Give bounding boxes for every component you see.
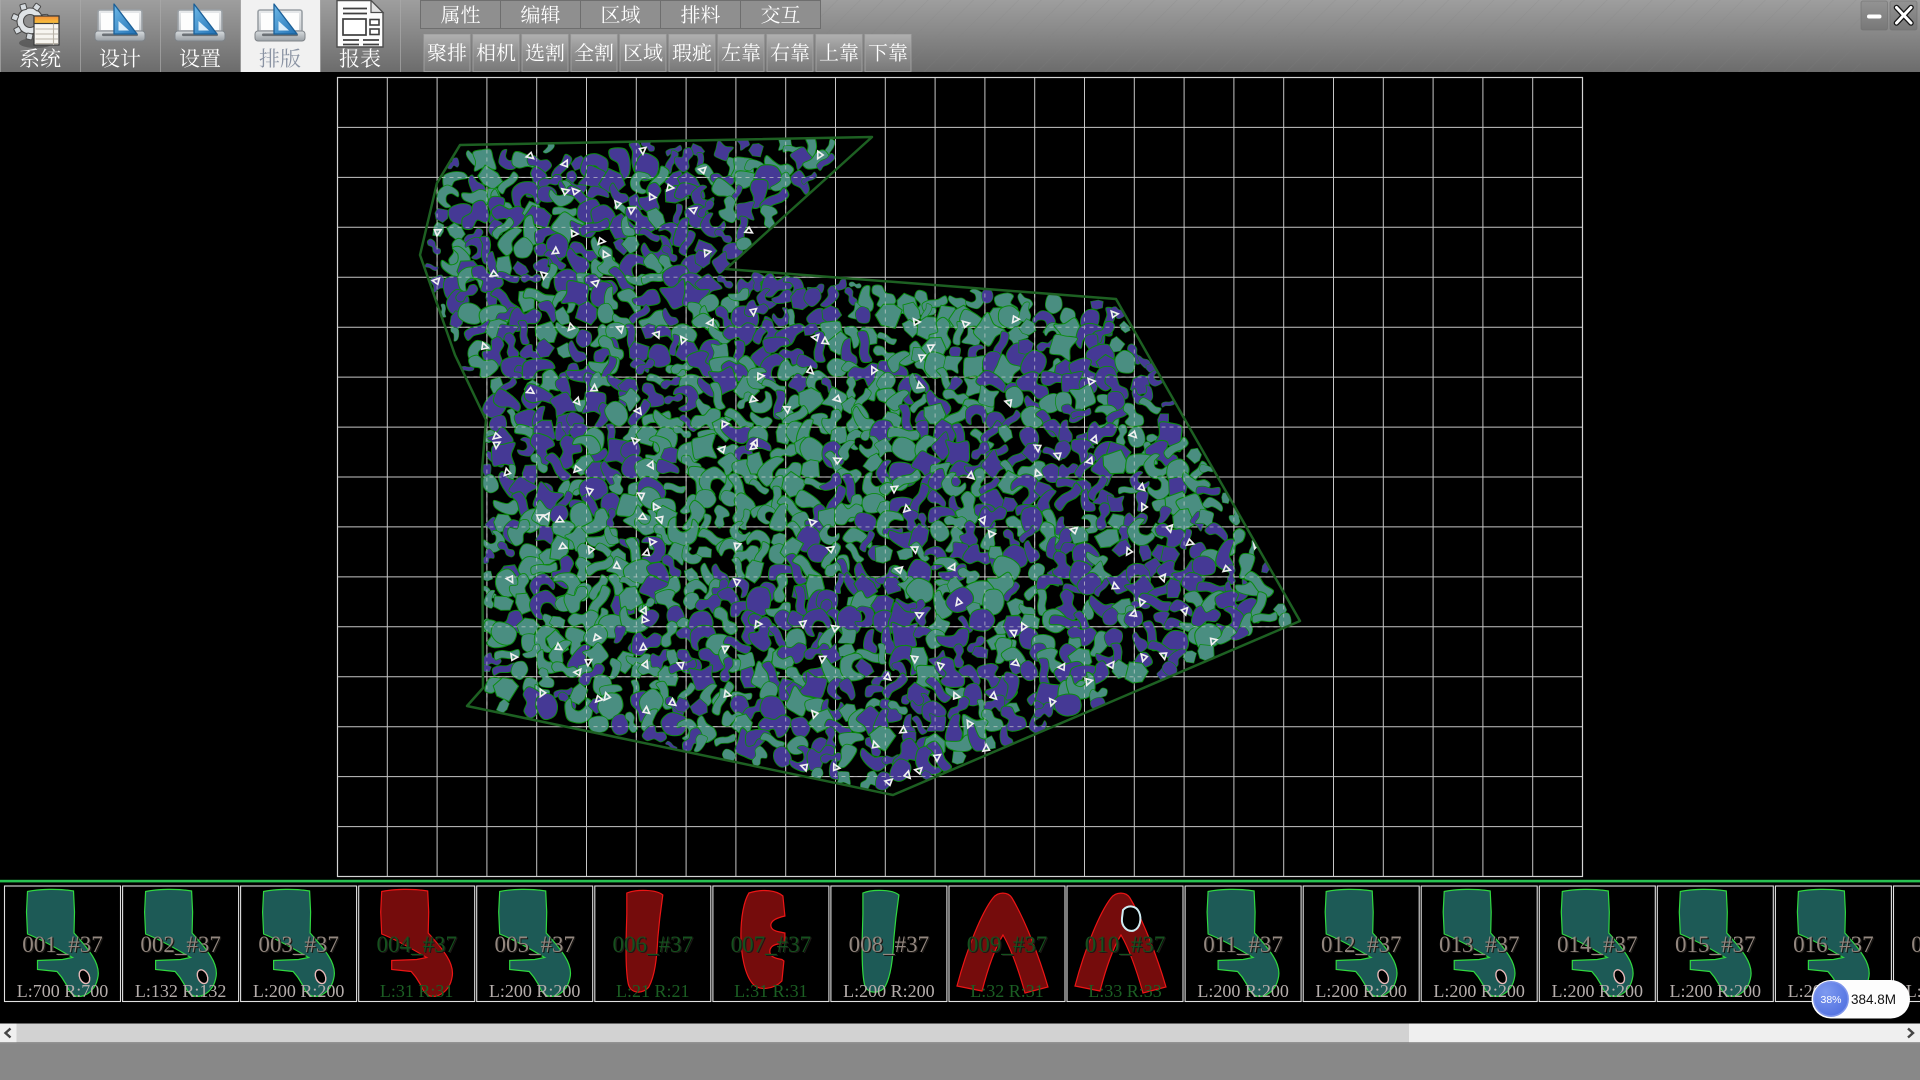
svg-text:013_#37: 013_#37 [1439,932,1520,957]
svg-text:L:200 R:200: L:200 R:200 [1670,981,1762,1001]
svg-text:006_#37: 006_#37 [613,932,694,957]
svg-text:008_#37: 008_#37 [849,932,930,957]
svg-text:L:200 R:200: L:200 R:200 [489,981,581,1001]
svg-text:L:33 R:33: L:33 R:33 [1088,981,1162,1001]
svg-text:011_#37: 011_#37 [1203,932,1283,957]
svg-text:012_#37: 012_#37 [1321,932,1402,957]
svg-text:L:700 R:700: L:700 R:700 [17,981,109,1001]
svg-text:L:31 R:31: L:31 R:31 [734,981,808,1001]
svg-text:009_#37: 009_#37 [967,932,1048,957]
svg-text:014_#37: 014_#37 [1557,932,1638,957]
svg-text:007_#37: 007_#37 [731,932,812,957]
svg-text:L:21 R:21: L:21 R:21 [616,981,690,1001]
svg-text:L:200 R:200: L:200 R:200 [1315,981,1407,1001]
svg-text:017_#37: 017_#37 [1911,932,1920,957]
svg-text:L:200 R:200: L:200 R:200 [1197,981,1289,1001]
svg-text:003_#37: 003_#37 [258,932,339,957]
svg-text:L:132 R:132: L:132 R:132 [135,981,227,1001]
svg-text:L:200 R:200: L:200 R:200 [253,981,345,1001]
svg-text:016_#37: 016_#37 [1793,932,1874,957]
svg-text:L:200 R:200: L:200 R:200 [843,981,935,1001]
svg-text:010_#37: 010_#37 [1085,932,1166,957]
svg-text:L:200 R:200: L:200 R:200 [1433,981,1525,1001]
svg-text:L:200 R:200: L:200 R:200 [1552,981,1644,1001]
svg-text:L:32 R:31: L:32 R:31 [970,981,1044,1001]
svg-text:015_#37: 015_#37 [1675,932,1756,957]
svg-text:002_#37: 002_#37 [140,932,221,957]
svg-text:001_#37: 001_#37 [22,932,103,957]
svg-text:384.8M: 384.8M [1851,992,1896,1007]
svg-text:004_#37: 004_#37 [376,932,457,957]
svg-text:005_#37: 005_#37 [494,932,575,957]
svg-text:38%: 38% [1820,994,1841,1006]
svg-text:L:31 R:31: L:31 R:31 [380,981,454,1001]
